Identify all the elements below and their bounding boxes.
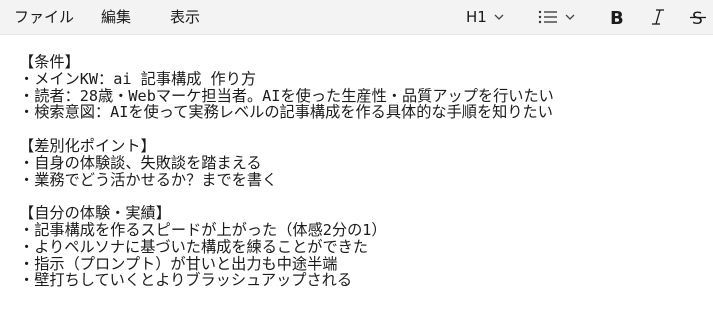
document-text: 【条件】 ・メインKW：ai 記事構成 作り方 ・読者：28歳・Webマーケ担当… xyxy=(19,54,554,289)
doc-line: 【自分の体験・実績】 xyxy=(19,204,171,223)
doc-line: ・自身の体験談、失敗談を踏まえる xyxy=(19,153,262,172)
italic-icon xyxy=(652,9,664,25)
doc-line: ・壁打ちしていくとよりブラッシュアップされる xyxy=(19,271,353,290)
doc-line: ・記事構成を作るスピードが上がった（体感2分の1） xyxy=(19,220,387,239)
menu-view[interactable]: 表示 xyxy=(166,0,204,35)
doc-line: ・指示（プロンプト）が甘いと出力も中途半端 xyxy=(19,254,338,273)
bold-button[interactable]: B xyxy=(607,5,627,29)
menu-file[interactable]: ファイル xyxy=(10,0,78,35)
notepad-window: ファイル 編集 表示 H1 B S 【条件】 ・メインKW：ai 記事構成 作り… xyxy=(0,0,713,335)
doc-line: 【差別化ポイント】 xyxy=(19,136,156,155)
heading-label: H1 xyxy=(466,8,487,26)
menu-toolbar: ファイル 編集 表示 H1 B S xyxy=(0,0,713,35)
text-editor-area[interactable]: 【条件】 ・メインKW：ai 記事構成 作り方 ・読者：28歳・Webマーケ担当… xyxy=(0,36,713,335)
doc-line: ・よりペルソナに基づいた構成を練ることができた xyxy=(19,237,369,256)
strikethrough-icon: S xyxy=(690,9,706,27)
strikethrough-button[interactable]: S xyxy=(688,5,708,29)
heading-dropdown[interactable]: H1 xyxy=(466,5,505,29)
italic-button[interactable] xyxy=(648,5,668,29)
menu-edit[interactable]: 編集 xyxy=(97,0,135,35)
doc-line: ・読者：28歳・Webマーケ担当者。AIを使った生産性・品質アップを行いたい xyxy=(19,86,554,105)
doc-line: 【条件】 xyxy=(19,53,80,71)
bulleted-list-icon xyxy=(538,10,557,24)
doc-line: ・メインKW：ai 記事構成 作り方 xyxy=(19,69,257,88)
doc-line: ・検索意図：AIを使って実務レベルの記事構成を作る具体的な手順を知りたい xyxy=(19,103,553,122)
list-dropdown[interactable] xyxy=(538,5,576,29)
chevron-down-icon xyxy=(494,14,504,20)
chevron-down-icon xyxy=(565,14,575,20)
bold-icon: B xyxy=(610,8,624,27)
svg-text:B: B xyxy=(610,8,624,27)
doc-line: ・業務でどう活かせるか？までを書く xyxy=(19,170,278,189)
